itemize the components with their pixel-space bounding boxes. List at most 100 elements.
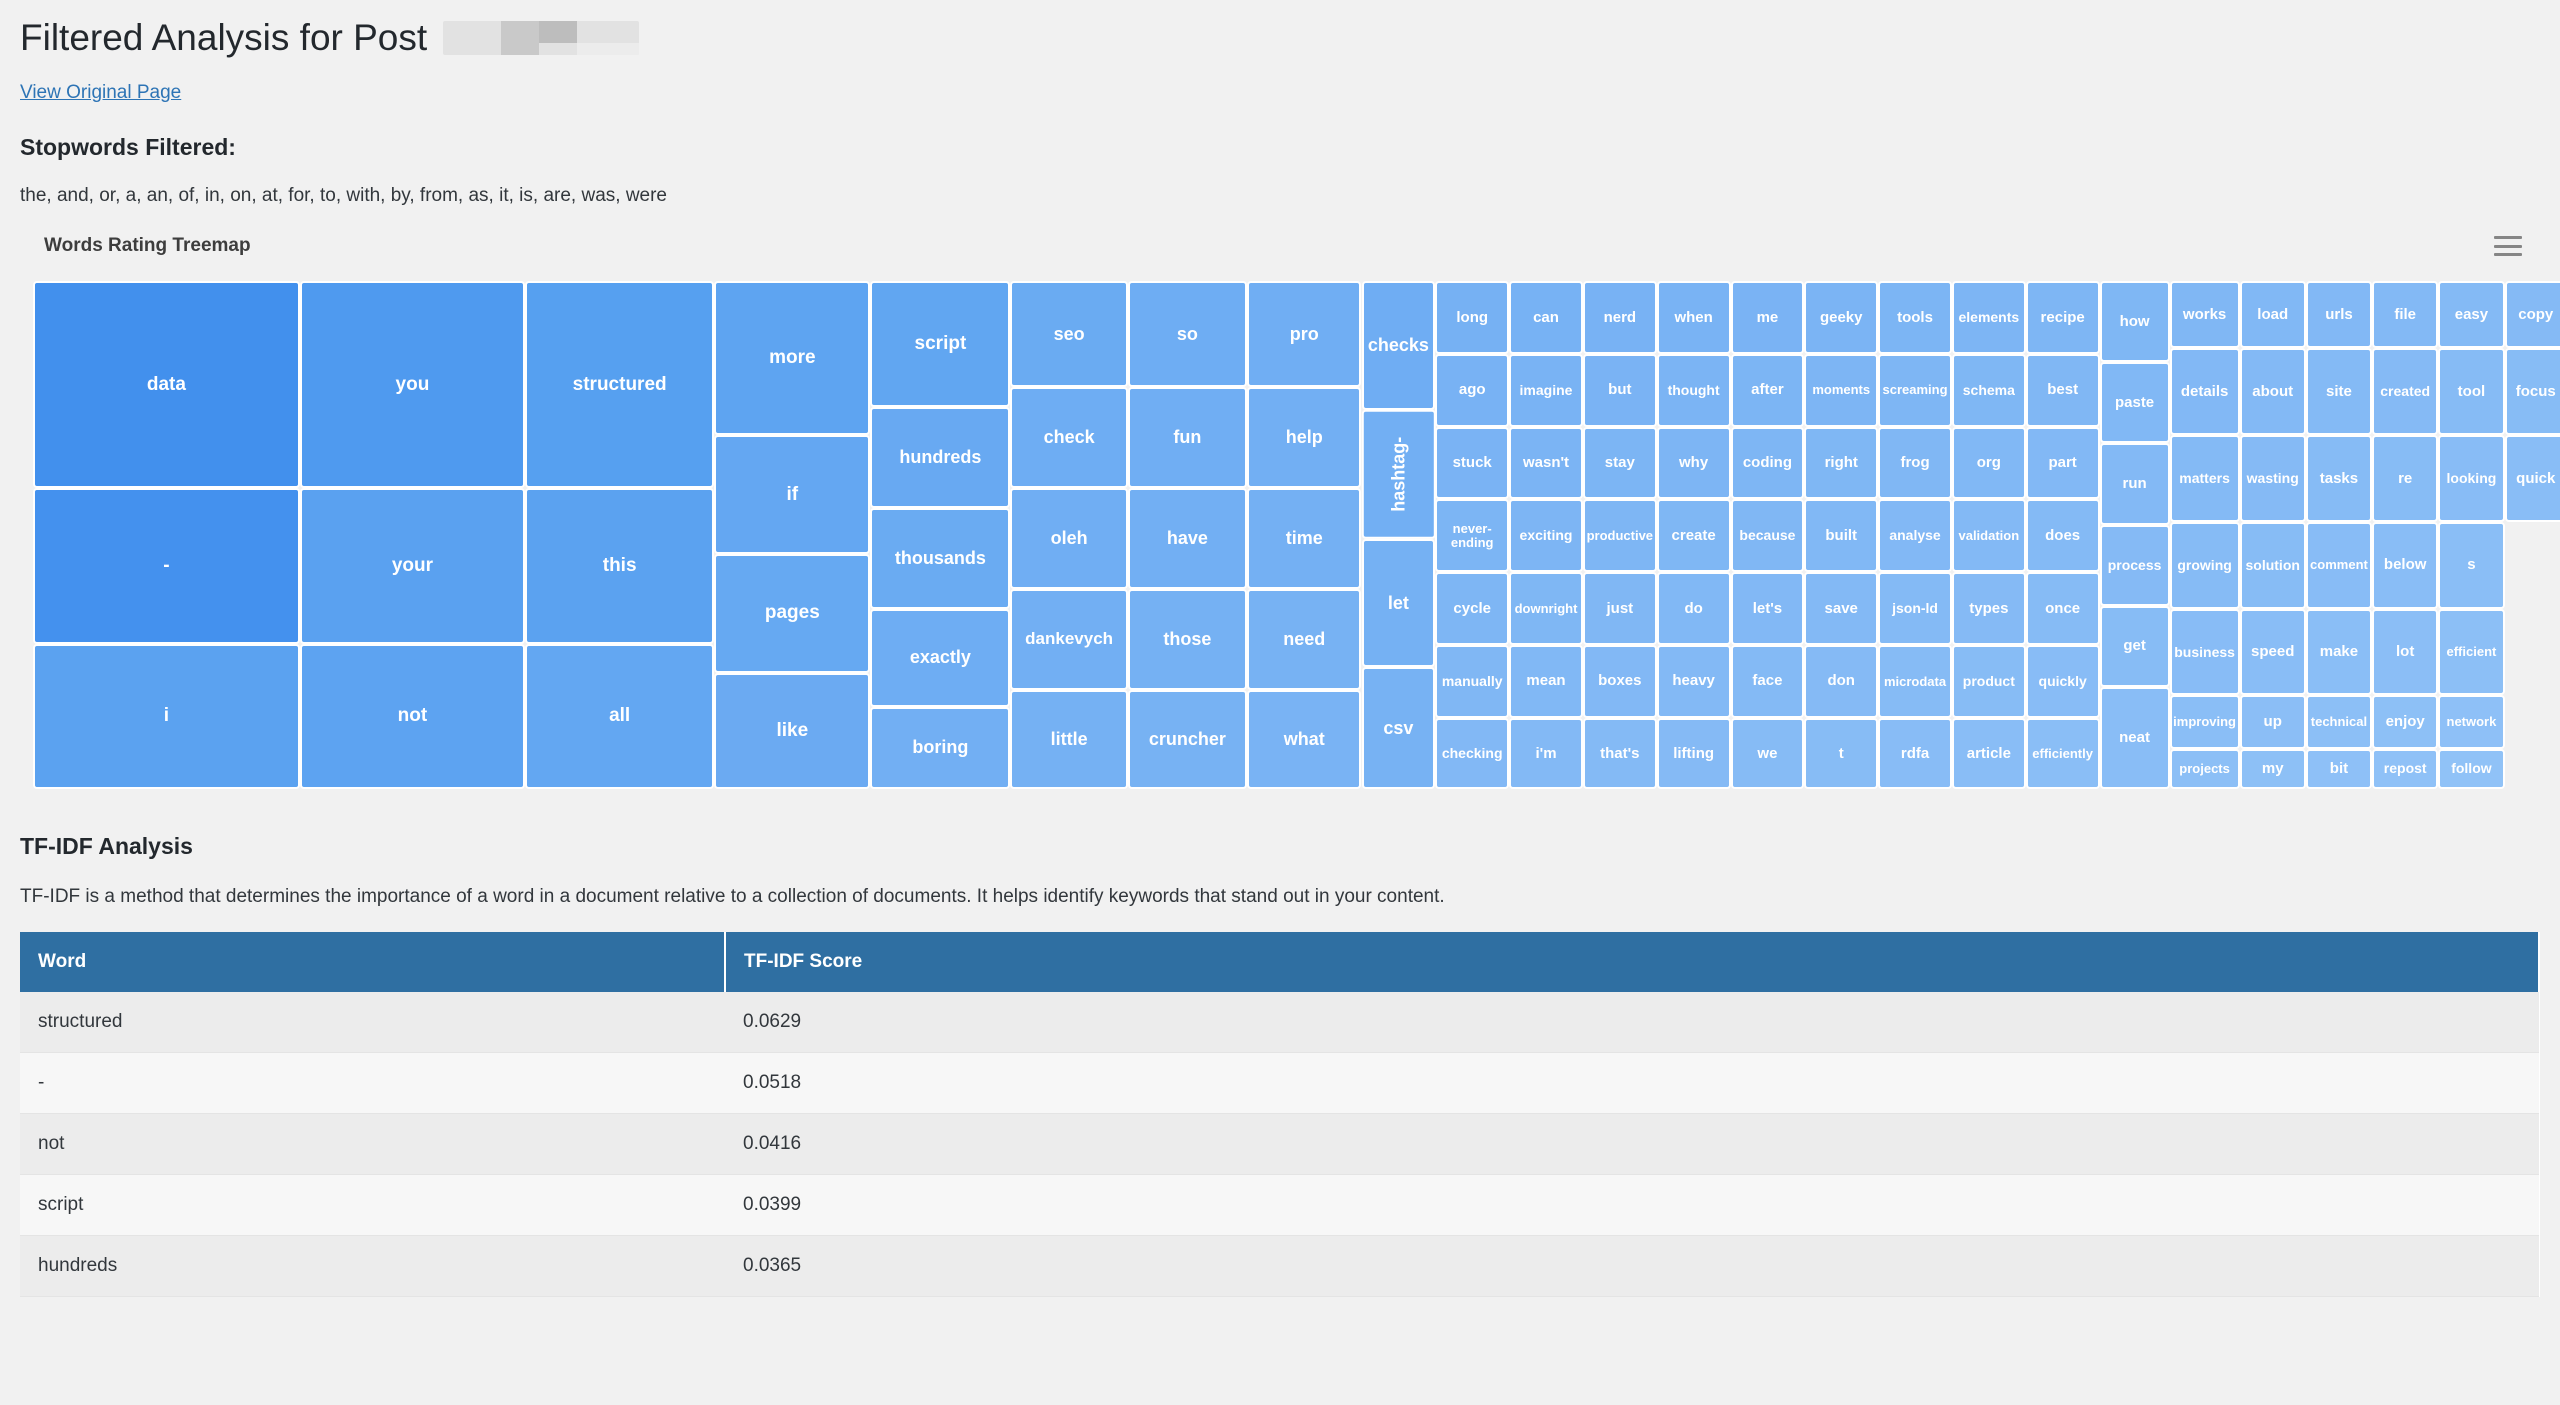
treemap-cell[interactable]: org: [1951, 426, 2026, 500]
treemap-cell[interactable]: pro: [1247, 281, 1362, 388]
treemap-cell[interactable]: stuck: [1435, 426, 1510, 500]
treemap-cell[interactable]: need: [1247, 588, 1362, 690]
treemap-cell[interactable]: about: [2239, 348, 2306, 436]
treemap-cell[interactable]: wasting: [2239, 435, 2306, 522]
treemap-cell[interactable]: up: [2239, 695, 2306, 749]
treemap-cell[interactable]: imagine: [1509, 353, 1583, 427]
treemap-cell[interactable]: this: [525, 488, 715, 644]
treemap-cell[interactable]: speed: [2239, 608, 2306, 696]
treemap-cell[interactable]: checking: [1435, 717, 1510, 790]
treemap-cell[interactable]: hundreds: [870, 407, 1011, 508]
treemap-cell[interactable]: let's: [1730, 572, 1805, 645]
treemap-cell[interactable]: never-ending: [1435, 499, 1510, 573]
treemap-cell[interactable]: so: [1127, 281, 1247, 388]
treemap-cell[interactable]: because: [1730, 499, 1805, 573]
treemap-cell[interactable]: boxes: [1582, 644, 1657, 718]
treemap-cell[interactable]: little: [1010, 689, 1128, 790]
treemap-cell[interactable]: check: [1010, 387, 1128, 489]
treemap-cell[interactable]: frog: [1878, 426, 1952, 500]
treemap-cell[interactable]: stay: [1582, 426, 1657, 500]
column-header-word[interactable]: Word: [20, 932, 726, 993]
treemap-cell[interactable]: manually: [1435, 644, 1510, 718]
treemap-cell[interactable]: heavy: [1656, 644, 1731, 718]
treemap-cell[interactable]: help: [1247, 387, 1362, 489]
treemap-cell[interactable]: all: [525, 643, 715, 790]
treemap-cell[interactable]: validation: [1951, 499, 2026, 573]
treemap-cell[interactable]: technical: [2305, 695, 2373, 749]
treemap-cell[interactable]: matters: [2169, 435, 2240, 522]
treemap-cell[interactable]: get: [2099, 605, 2170, 687]
treemap-cell[interactable]: that's: [1582, 717, 1657, 790]
treemap-cell[interactable]: neat: [2099, 686, 2170, 790]
treemap-cell[interactable]: projects: [2169, 748, 2240, 790]
treemap-cell[interactable]: microdata: [1878, 644, 1952, 718]
treemap-cell[interactable]: long: [1435, 281, 1510, 354]
hamburger-icon[interactable]: [2494, 236, 2522, 257]
treemap-cell[interactable]: easy: [2438, 281, 2505, 349]
treemap-cell[interactable]: elements: [1951, 281, 2026, 354]
treemap-cell[interactable]: those: [1127, 588, 1247, 690]
treemap-cell[interactable]: face: [1730, 644, 1805, 718]
treemap-cell[interactable]: structured: [525, 281, 715, 489]
treemap-cell[interactable]: schema: [1951, 353, 2026, 427]
treemap-cell[interactable]: when: [1656, 281, 1731, 354]
treemap-cell[interactable]: copy: [2504, 281, 2560, 349]
treemap-cell[interactable]: tasks: [2305, 435, 2373, 522]
view-original-page-link[interactable]: View Original Page: [20, 82, 181, 104]
treemap-cell[interactable]: coding: [1730, 426, 1805, 500]
treemap-cell[interactable]: below: [2372, 521, 2439, 609]
treemap-cell[interactable]: comment: [2305, 521, 2373, 609]
treemap-cell[interactable]: lot: [2372, 608, 2439, 696]
treemap-cell[interactable]: quickly: [2025, 644, 2100, 718]
treemap-cell[interactable]: why: [1656, 426, 1731, 500]
treemap-cell[interactable]: script: [870, 281, 1011, 408]
treemap-cell[interactable]: focus: [2504, 348, 2560, 436]
treemap-cell[interactable]: s: [2438, 521, 2505, 609]
treemap-cell[interactable]: thought: [1656, 353, 1731, 427]
treemap-cell[interactable]: json-ld: [1878, 572, 1952, 645]
treemap-cell[interactable]: exactly: [870, 608, 1011, 707]
treemap-cell[interactable]: just: [1582, 572, 1657, 645]
treemap-cell[interactable]: but: [1582, 353, 1657, 427]
treemap-cell[interactable]: dankevych: [1010, 588, 1128, 690]
treemap-cell[interactable]: improving: [2169, 695, 2240, 749]
treemap-cell[interactable]: geeky: [1804, 281, 1879, 354]
treemap-cell[interactable]: urls: [2305, 281, 2373, 349]
treemap-cell[interactable]: t: [1804, 717, 1879, 790]
treemap-cell[interactable]: analyse: [1878, 499, 1952, 573]
treemap-cell[interactable]: nerd: [1582, 281, 1657, 354]
treemap-cell[interactable]: repost: [2372, 748, 2439, 790]
treemap-cell[interactable]: screaming: [1878, 353, 1952, 427]
treemap-cell[interactable]: productive: [1582, 499, 1657, 573]
treemap-cell[interactable]: i: [33, 643, 300, 790]
treemap-cell[interactable]: more: [714, 281, 871, 436]
treemap-cell[interactable]: product: [1951, 644, 2026, 718]
treemap-cell[interactable]: lifting: [1656, 717, 1731, 790]
treemap-cell[interactable]: like: [714, 672, 871, 790]
treemap-cell[interactable]: quick: [2504, 435, 2560, 522]
treemap-cell[interactable]: data: [33, 281, 300, 489]
treemap-cell[interactable]: my: [2239, 748, 2306, 790]
treemap-cell[interactable]: best: [2025, 353, 2100, 427]
treemap-cell[interactable]: run: [2099, 443, 2170, 525]
treemap-cell[interactable]: once: [2025, 572, 2100, 645]
treemap-cell[interactable]: do: [1656, 572, 1731, 645]
treemap-cell[interactable]: you: [299, 281, 526, 489]
treemap-cell[interactable]: growing: [2169, 521, 2240, 609]
treemap-cell[interactable]: moments: [1804, 353, 1879, 427]
column-header-score[interactable]: TF-IDF Score: [725, 932, 2540, 993]
treemap-cell[interactable]: file: [2372, 281, 2439, 349]
treemap-cell[interactable]: types: [1951, 572, 2026, 645]
treemap-cell[interactable]: wasn't: [1509, 426, 1583, 500]
treemap-cell[interactable]: your: [299, 488, 526, 644]
treemap-cell[interactable]: does: [2025, 499, 2100, 573]
treemap-cell[interactable]: cycle: [1435, 572, 1510, 645]
treemap-cell[interactable]: looking: [2438, 435, 2505, 522]
treemap-cell[interactable]: paste: [2099, 362, 2170, 444]
treemap-cell[interactable]: we: [1730, 717, 1805, 790]
treemap-cell[interactable]: ago: [1435, 353, 1510, 427]
treemap-cell[interactable]: solution: [2239, 521, 2306, 609]
treemap-cell[interactable]: re: [2372, 435, 2439, 522]
treemap-cell[interactable]: after: [1730, 353, 1805, 427]
treemap-cell[interactable]: make: [2305, 608, 2373, 696]
